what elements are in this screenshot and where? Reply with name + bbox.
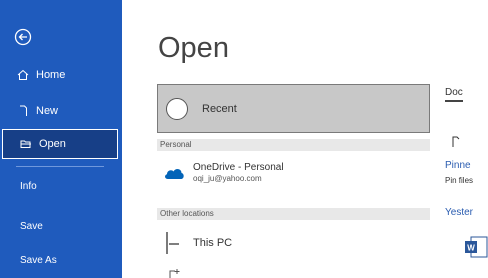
documents-tab[interactable]: Doc	[445, 87, 463, 102]
document-icon	[451, 136, 461, 148]
computer-icon	[165, 230, 181, 256]
onedrive-title: OneDrive - Personal	[193, 162, 284, 173]
back-arrow-icon[interactable]	[14, 28, 32, 46]
nav-save[interactable]: Save	[20, 221, 43, 232]
nav-save-as[interactable]: Save As	[20, 255, 57, 266]
nav-open[interactable]: Open	[2, 129, 118, 159]
personal-section-header: Personal	[157, 139, 430, 151]
sidebar-divider	[16, 166, 104, 167]
recent-location[interactable]: Recent	[157, 84, 430, 133]
recent-label: Recent	[202, 102, 237, 115]
new-document-icon	[16, 104, 30, 118]
nav-home-label: Home	[36, 69, 66, 81]
open-folder-icon	[19, 137, 33, 151]
home-icon	[16, 68, 30, 82]
page-title: Open	[158, 32, 229, 64]
sidebar: Home New Open Info Save Save As	[0, 0, 122, 278]
pinned-heading: Pinne	[445, 160, 471, 171]
other-locations-header: Other locations	[157, 208, 430, 220]
onedrive-cloud-icon	[163, 166, 185, 180]
yesterday-heading: Yester	[445, 207, 473, 218]
pinned-text: Pin files	[445, 176, 474, 185]
nav-home[interactable]: Home	[0, 60, 122, 90]
nav-info[interactable]: Info	[20, 181, 37, 192]
onedrive-personal-location[interactable]: OneDrive - Personal oqi_ju@yahoo.com	[157, 162, 430, 184]
nav-new[interactable]: New	[0, 96, 122, 126]
svg-text:W: W	[467, 244, 475, 253]
word-file-icon[interactable]: W	[464, 236, 488, 258]
add-place-icon[interactable]	[168, 268, 182, 278]
this-pc-label: This PC	[193, 237, 233, 249]
onedrive-text: OneDrive - Personal oqi_ju@yahoo.com	[193, 162, 284, 184]
nav-open-label: Open	[39, 138, 66, 150]
nav-new-label: New	[36, 105, 59, 117]
this-pc-location[interactable]: This PC	[157, 230, 430, 256]
onedrive-email: oqi_ju@yahoo.com	[193, 174, 262, 183]
clock-icon	[166, 97, 188, 120]
